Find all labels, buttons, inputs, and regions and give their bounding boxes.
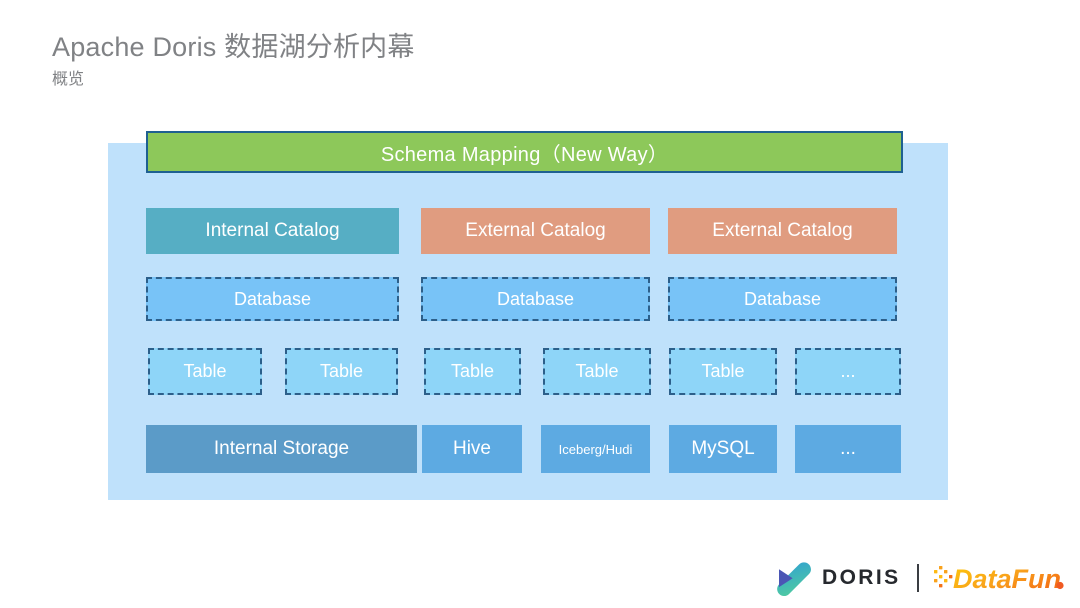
table-label: Table	[183, 361, 227, 381]
catalog-label: Internal Catalog	[205, 220, 340, 241]
storage-box-hive: Hive	[422, 425, 522, 473]
catalog-label: External Catalog	[465, 220, 606, 241]
table-box: Table	[669, 348, 777, 395]
table-label: Table	[319, 361, 364, 381]
catalog-box-internal: Internal Catalog	[146, 208, 399, 254]
datafun-logo-icon: DataFun	[933, 564, 1064, 594]
storage-label: Iceberg/Hudi	[558, 441, 633, 457]
datafun-wordmark-text: DataFun	[953, 564, 1061, 594]
page-subtitle: 概览	[52, 71, 85, 88]
database-box: Database	[668, 277, 897, 321]
storage-label: Hive	[452, 438, 491, 459]
slide-header: Apache Doris 数据湖分析内幕 概览	[52, 30, 415, 92]
table-box: Table	[285, 348, 398, 395]
database-label: Database	[496, 288, 575, 309]
page-title: Apache Doris 数据湖分析内幕	[52, 32, 415, 62]
table-label: Table	[701, 361, 745, 381]
storage-label: ...	[840, 438, 856, 459]
doris-logo-icon	[777, 562, 811, 597]
table-box: Table	[543, 348, 651, 395]
storage-label: Internal Storage	[213, 438, 350, 459]
storage-label: MySQL	[691, 438, 755, 459]
catalog-label: External Catalog	[712, 220, 853, 241]
catalog-box-external-1: External Catalog	[421, 208, 650, 254]
schema-mapping-banner: Schema Mapping（New Way）	[146, 131, 903, 173]
schema-mapping-banner-label: Schema Mapping（New Way）	[380, 143, 669, 166]
table-box: Table	[148, 348, 262, 395]
footer-logos: DORIS DataFun	[775, 556, 1067, 600]
storage-box-internal: Internal Storage	[146, 425, 417, 473]
table-label: ...	[840, 361, 856, 381]
storage-box-iceberg-hudi: Iceberg/Hudi	[541, 425, 650, 473]
storage-box-mysql: MySQL	[669, 425, 777, 473]
database-box: Database	[421, 277, 650, 321]
database-label: Database	[233, 288, 312, 309]
table-box-ellipsis: ...	[795, 348, 901, 395]
table-label: Table	[575, 361, 619, 381]
database-box: Database	[146, 277, 399, 321]
logo-divider	[916, 564, 919, 592]
database-label: Database	[743, 288, 822, 309]
doris-wordmark: DORIS	[822, 566, 901, 589]
table-label: Table	[450, 361, 495, 381]
table-box: Table	[424, 348, 521, 395]
storage-box-ellipsis: ...	[795, 425, 901, 473]
catalog-box-external-2: External Catalog	[668, 208, 897, 254]
